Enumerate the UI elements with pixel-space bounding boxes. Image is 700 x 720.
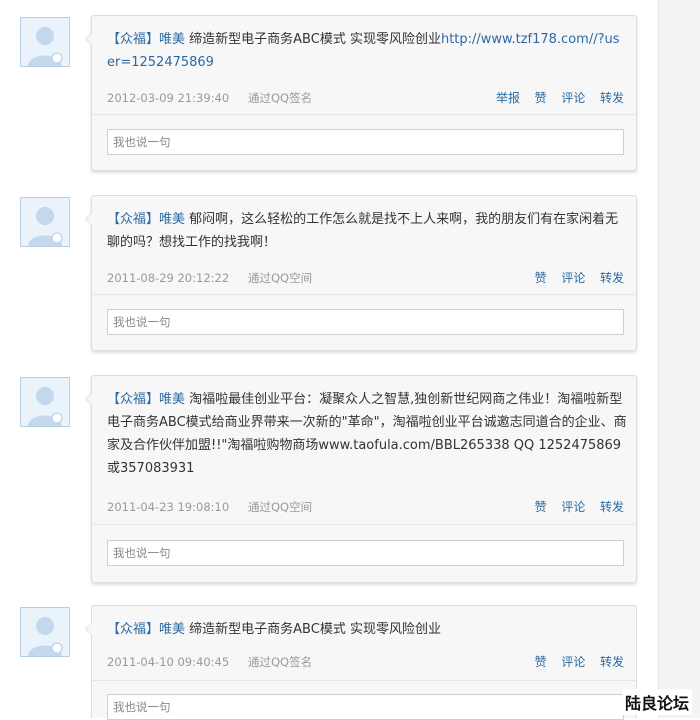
post-timestamp: 2012-03-09 21:39:40 — [107, 91, 230, 105]
forward-button[interactable]: 转发 — [600, 91, 624, 105]
post-actions: 赞 评论 转发 — [524, 499, 624, 515]
post-card: 【众福】唯美 淘福啦最佳创业平台：凝聚众人之智慧,独创新世纪网商之伟业！淘福啦新… — [85, 375, 637, 583]
default-avatar-icon[interactable] — [20, 17, 70, 67]
post-timestamp: 2011-08-29 20:12:22 — [107, 271, 230, 285]
post-text: 缔造新型电子商务ABC模式 实现零风险创业 — [189, 622, 441, 637]
forum-watermark: 陆良论坛 — [621, 689, 692, 715]
post-source: 通过QQ签名 — [248, 91, 313, 105]
post-card: 【众福】唯美 郁闷啊，这么轻松的工作怎么就是找不上人来啊，我的朋友们有在家闲着无… — [85, 195, 637, 351]
forward-button[interactable]: 转发 — [600, 500, 624, 514]
like-button[interactable]: 赞 — [535, 655, 547, 669]
post-meta: 2012-03-09 21:39:40 通过QQ签名 举报 赞 评论 转发 — [107, 90, 624, 106]
post-meta: 2011-04-10 09:40:45 通过QQ签名 赞 评论 转发 — [107, 654, 624, 670]
author-name[interactable]: 【众福】唯美 — [107, 212, 185, 227]
author-name[interactable]: 【众福】唯美 — [107, 32, 185, 47]
like-button[interactable]: 赞 — [535, 500, 547, 514]
reply-input[interactable] — [107, 309, 624, 335]
comment-button[interactable]: 评论 — [561, 91, 585, 105]
post-meta: 2011-08-29 20:12:22 通过QQ空间 赞 评论 转发 — [107, 270, 624, 286]
post-content: 【众福】唯美 缔造新型电子商务ABC模式 实现零风险创业 — [107, 618, 627, 641]
post-card: 【众福】唯美 缔造新型电子商务ABC模式 实现零风险创业http://www.t… — [85, 15, 637, 171]
author-name[interactable]: 【众福】唯美 — [107, 392, 185, 407]
divider — [92, 524, 636, 525]
default-avatar-icon[interactable] — [20, 377, 70, 427]
post-meta: 2011-04-23 19:08:10 通过QQ空间 赞 评论 转发 — [107, 499, 624, 515]
comment-button[interactable]: 评论 — [561, 271, 585, 285]
post-source: 通过QQ签名 — [248, 655, 313, 669]
post-actions: 赞 评论 转发 — [524, 270, 624, 286]
divider — [92, 114, 636, 115]
post-source: 通过QQ空间 — [248, 500, 313, 514]
reply-input[interactable] — [107, 129, 624, 155]
author-name[interactable]: 【众福】唯美 — [107, 622, 185, 637]
like-button[interactable]: 赞 — [535, 91, 547, 105]
post-actions: 举报 赞 评论 转发 — [485, 90, 624, 106]
post-content: 【众福】唯美 郁闷啊，这么轻松的工作怎么就是找不上人来啊，我的朋友们有在家闲着无… — [107, 208, 627, 254]
post-content: 【众福】唯美 缔造新型电子商务ABC模式 实现零风险创业http://www.t… — [107, 28, 627, 74]
post-card: 【众福】唯美 缔造新型电子商务ABC模式 实现零风险创业 2011-04-10 … — [85, 605, 637, 720]
post-actions: 赞 评论 转发 — [524, 654, 624, 670]
divider — [92, 680, 636, 681]
default-avatar-icon[interactable] — [20, 197, 70, 247]
divider — [92, 294, 636, 295]
like-button[interactable]: 赞 — [535, 271, 547, 285]
right-gutter — [658, 0, 700, 718]
post-timestamp: 2011-04-10 09:40:45 — [107, 655, 230, 669]
post-source: 通过QQ空间 — [248, 271, 313, 285]
comment-button[interactable]: 评论 — [561, 500, 585, 514]
post-timestamp: 2011-04-23 19:08:10 — [107, 500, 230, 514]
post-text: 淘福啦最佳创业平台：凝聚众人之智慧,独创新世纪网商之伟业！淘福啦新型电子商务AB… — [107, 392, 627, 476]
post-text: 缔造新型电子商务ABC模式 实现零风险创业 — [189, 32, 441, 47]
forward-button[interactable]: 转发 — [600, 655, 624, 669]
reply-input[interactable] — [107, 694, 624, 720]
reply-input[interactable] — [107, 540, 624, 566]
default-avatar-icon[interactable] — [20, 607, 70, 657]
post-content: 【众福】唯美 淘福啦最佳创业平台：凝聚众人之智慧,独创新世纪网商之伟业！淘福啦新… — [107, 388, 627, 480]
comment-button[interactable]: 评论 — [561, 655, 585, 669]
forward-button[interactable]: 转发 — [600, 271, 624, 285]
report-button[interactable]: 举报 — [496, 91, 520, 105]
